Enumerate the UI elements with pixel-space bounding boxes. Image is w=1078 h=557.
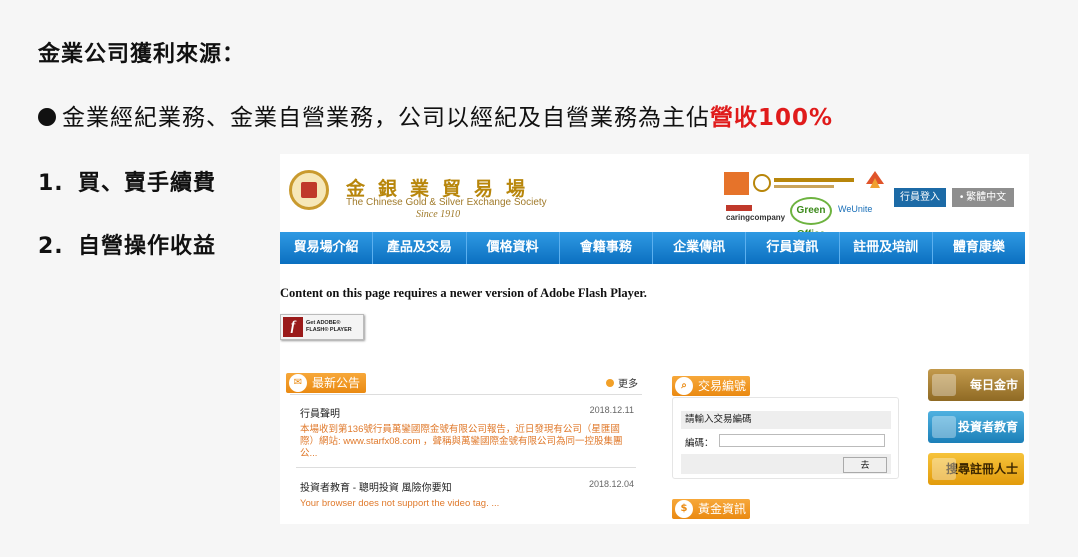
- investor-education-button[interactable]: 投資者教育: [928, 411, 1024, 443]
- partner-society-logo-icon[interactable]: [752, 172, 860, 196]
- flash-player-icon: f: [283, 317, 303, 337]
- weunite-logo[interactable]: WeUnite: [838, 204, 872, 214]
- news-more-link[interactable]: 更多: [606, 375, 638, 390]
- list-label: 買、賣手續費: [78, 171, 217, 196]
- news-item-date: 2018.12.04: [588, 479, 634, 489]
- partner-logo-icon[interactable]: [724, 172, 749, 195]
- nav-item[interactable]: 企業傳訊: [653, 232, 747, 264]
- more-dot-icon: [606, 379, 614, 387]
- list-item-1: 1. 買、賣手續費: [38, 165, 216, 197]
- green-office-logo[interactable]: Green Office: [790, 197, 832, 240]
- news-item-body[interactable]: 本場收到第136號行員萬鑾國際金號有限公司報告，近日發現有公司（星匯國際）網站:…: [300, 424, 630, 460]
- society-seal-icon: [289, 170, 329, 210]
- news-item-body[interactable]: Your browser does not support the video …: [300, 498, 630, 510]
- search-registered-persons-button[interactable]: 搜尋註冊人士: [928, 453, 1024, 485]
- news-item[interactable]: 行員聲明 2018.12.11 本場收到第136號行員萬鑾國際金號有限公司報告，…: [300, 405, 636, 460]
- gold-badge-icon: [932, 416, 956, 438]
- news-icon: ✉: [289, 374, 307, 392]
- trade-prompt: 請輸入交易編碼: [681, 411, 891, 429]
- news-section-tag: ✉ 最新公告: [286, 373, 366, 393]
- trade-go-button[interactable]: 去: [843, 457, 887, 473]
- trade-code-input[interactable]: [719, 434, 885, 447]
- main-nav: 貿易場介紹 產品及交易 價格資料 會籍事務 企業傳訊 行員資訊 註冊及培訓 體育…: [280, 232, 1025, 264]
- website-screenshot: 金銀業貿易場 The Chinese Gold & Silver Exchang…: [280, 154, 1029, 524]
- news-item-title[interactable]: 投資者教育 - 聰明投資 風險你要知: [300, 479, 636, 494]
- trade-section-tag: ⌕ 交易編號: [672, 376, 750, 396]
- news-item-title[interactable]: 行員聲明: [300, 405, 636, 420]
- flash-button-line1: Get ADOBE®: [306, 320, 341, 326]
- gold-coin-icon: $: [675, 500, 693, 518]
- slide-title: 金業公司獲利來源：: [38, 42, 246, 67]
- daily-gold-market-button[interactable]: 每日金市: [928, 369, 1024, 401]
- news-item[interactable]: 投資者教育 - 聰明投資 風險你要知 2018.12.04 Your brows…: [300, 479, 636, 510]
- news-list: 行員聲明 2018.12.11 本場收到第136號行員萬鑾國際金號有限公司報告，…: [290, 394, 642, 524]
- caring-company-logo[interactable]: caringcompany: [726, 205, 785, 222]
- trade-code-panel: 請輸入交易編碼 編碼： 去: [672, 397, 899, 479]
- site-header: 金銀業貿易場 The Chinese Gold & Silver Exchang…: [280, 154, 1029, 240]
- member-login-button[interactable]: 行員登入: [894, 188, 946, 207]
- nav-item[interactable]: 註冊及培訓: [840, 232, 933, 264]
- bar-chart-icon: [932, 374, 956, 396]
- flash-warning-text: Content on this page requires a newer ve…: [280, 286, 647, 300]
- bullet-dot-icon: [38, 108, 56, 126]
- nav-item[interactable]: 產品及交易: [373, 232, 467, 264]
- nav-item[interactable]: 貿易場介紹: [280, 232, 374, 264]
- nav-item[interactable]: 會籍事務: [560, 232, 653, 264]
- list-number: 2.: [38, 234, 64, 259]
- get-flash-player-button[interactable]: f Get ADOBE® FLASH® PLAYER: [280, 314, 364, 340]
- trade-code-label: 編碼：: [685, 438, 714, 449]
- list-item-2: 2. 自營操作收益: [38, 228, 216, 260]
- list-number: 1.: [38, 171, 64, 196]
- gold-info-section-tag: $ 黃金資訊: [672, 499, 750, 519]
- nav-item[interactable]: 價格資料: [467, 232, 560, 264]
- logo-since: Since 1910: [416, 209, 461, 220]
- language-button[interactable]: • 繁體中文: [952, 188, 1014, 207]
- nav-item[interactable]: 行員資訊: [746, 232, 840, 264]
- search-icon: ⌕: [675, 377, 693, 395]
- list-label: 自營操作收益: [78, 234, 217, 259]
- anniversary-logo-icon[interactable]: [864, 168, 886, 190]
- flash-button-line2: FLASH® PLAYER: [306, 327, 352, 333]
- news-item-date: 2018.12.11: [589, 405, 634, 415]
- nav-item[interactable]: 體育康樂: [933, 232, 1025, 264]
- bullet-line: 金業經紀業務、金業自營業務，公司以經紀及自營業務為主佔營收100%: [38, 98, 833, 132]
- news-divider: [296, 467, 636, 468]
- logo-english-name: The Chinese Gold & Silver Exchange Socie…: [346, 197, 547, 208]
- bullet-highlight: 營收100%: [710, 105, 834, 131]
- magnifier-icon: [932, 458, 956, 480]
- bullet-text: 金業經紀業務、金業自營業務，公司以經紀及自營業務為主佔: [62, 105, 710, 131]
